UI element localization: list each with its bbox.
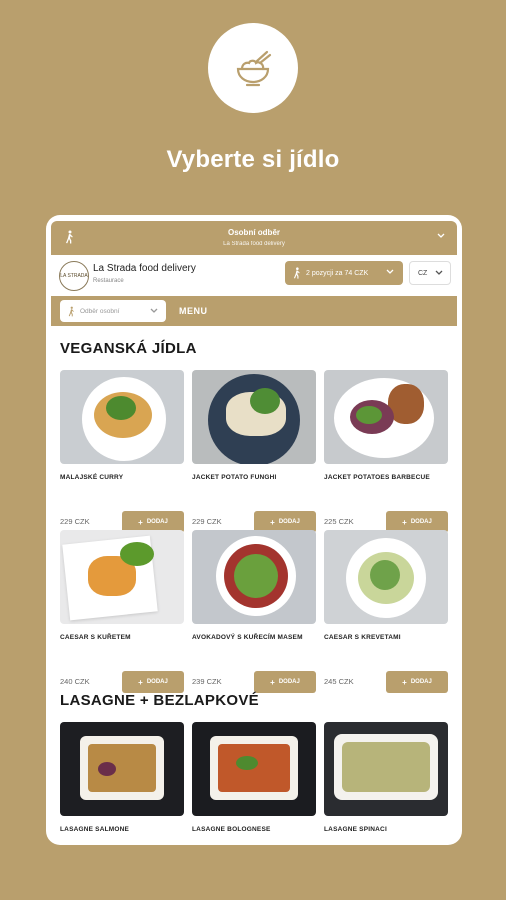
product-photo: [324, 530, 448, 624]
hero-title: Vyberte si jídlo: [166, 146, 340, 173]
add-button-label: DODAJ: [410, 679, 432, 685]
cart-label: 2 pozycji za 74 CZK: [306, 269, 369, 277]
product-price: 240 CZK: [60, 677, 90, 686]
section-title: LASAGNE + BEZLAPKOVÉ: [60, 692, 259, 709]
chevron-down-icon[interactable]: [437, 233, 445, 239]
product-card[interactable]: JACKET POTATO FUNGHI 229 CZK + DODAJ: [192, 370, 316, 533]
product-card[interactable]: LASAGNE SPINACI: [324, 722, 448, 845]
plus-icon: +: [402, 677, 407, 687]
pickup-header[interactable]: Osobní odběr La Strada food delivery: [51, 221, 457, 255]
restaurant-name: La Strada food delivery: [93, 263, 196, 274]
plus-icon: +: [138, 677, 143, 687]
restaurant-bar: LA STRADA La Strada food delivery Restau…: [51, 255, 457, 297]
pickup-dropdown[interactable]: Odběr osobní: [60, 300, 166, 322]
add-to-cart-button[interactable]: + DODAJ: [254, 671, 316, 693]
pickup-subtitle: La Strada food delivery: [223, 241, 285, 247]
section-title: VEGANSKÁ JÍDLA: [60, 340, 197, 357]
product-card[interactable]: CAESAR S KREVETAMI 245 CZK + DODAJ: [324, 530, 448, 693]
product-photo: [324, 370, 448, 464]
pickup-title: Osobní odběr: [228, 228, 280, 237]
restaurant-subtitle: Restaurace: [93, 278, 124, 284]
logo-text: LA STRADA: [60, 273, 88, 279]
product-price: 239 CZK: [192, 677, 222, 686]
pickup-dropdown-label: Odběr osobní: [80, 307, 120, 315]
product-photo: [60, 530, 184, 624]
add-button-label: DODAJ: [146, 519, 168, 525]
plus-icon: +: [270, 677, 275, 687]
cart-button[interactable]: 2 pozycji za 74 CZK: [285, 261, 403, 285]
language-value: CZ: [418, 269, 428, 277]
plus-icon: +: [270, 517, 275, 527]
walking-person-icon: [68, 306, 74, 316]
add-button-label: DODAJ: [278, 519, 300, 525]
menu-bar: Odběr osobní MENU: [51, 296, 457, 326]
product-photo: [192, 370, 316, 464]
chevron-down-icon: [150, 308, 158, 313]
product-card[interactable]: LASAGNE BOLOGNESE: [192, 722, 316, 845]
product-photo: [324, 722, 448, 816]
product-price: 229 CZK: [60, 517, 90, 526]
add-to-cart-button[interactable]: + DODAJ: [122, 671, 184, 693]
menu-tab[interactable]: MENU: [179, 306, 208, 316]
plus-icon: +: [138, 517, 143, 527]
product-price: 225 CZK: [324, 517, 354, 526]
plus-icon: +: [402, 517, 407, 527]
hero-icon-circle: [208, 23, 298, 113]
product-card[interactable]: CAESAR S KUŘETEM 240 CZK + DODAJ: [60, 530, 184, 693]
walking-person-icon: [293, 267, 300, 279]
product-card[interactable]: MALAJSKÉ CURRY 229 CZK + DODAJ: [60, 370, 184, 533]
product-card[interactable]: JACKET POTATOES BARBECUE 225 CZK + DODAJ: [324, 370, 448, 533]
add-button-label: DODAJ: [410, 519, 432, 525]
app-screen: Osobní odběr La Strada food delivery LA …: [46, 215, 462, 845]
product-name: AVOKADOVÝ S KUŘECÍM MASEM: [192, 634, 303, 641]
rice-bowl-icon: [236, 50, 272, 87]
add-button-label: DODAJ: [278, 679, 300, 685]
product-name: CAESAR S KREVETAMI: [324, 634, 401, 641]
product-name: MALAJSKÉ CURRY: [60, 474, 124, 481]
add-button-label: DODAJ: [146, 679, 168, 685]
product-price: 245 CZK: [324, 677, 354, 686]
product-name: LASAGNE BOLOGNESE: [192, 826, 271, 833]
product-name: LASAGNE SALMONE: [60, 826, 130, 833]
language-select[interactable]: CZ: [409, 261, 451, 285]
product-photo: [60, 722, 184, 816]
product-card[interactable]: LASAGNE SALMONE: [60, 722, 184, 845]
product-name: JACKET POTATO FUNGHI: [192, 474, 277, 481]
product-price: 229 CZK: [192, 517, 222, 526]
product-name: CAESAR S KUŘETEM: [60, 634, 131, 641]
product-name: JACKET POTATOES BARBECUE: [324, 474, 430, 481]
restaurant-logo: LA STRADA: [59, 261, 89, 291]
chevron-down-icon: [386, 269, 394, 274]
product-name: LASAGNE SPINACI: [324, 826, 387, 833]
chevron-down-icon: [435, 270, 443, 275]
product-photo: [60, 370, 184, 464]
product-card[interactable]: AVOKADOVÝ S KUŘECÍM MASEM 239 CZK + DODAJ: [192, 530, 316, 693]
product-photo: [192, 530, 316, 624]
add-to-cart-button[interactable]: + DODAJ: [386, 671, 448, 693]
product-photo: [192, 722, 316, 816]
